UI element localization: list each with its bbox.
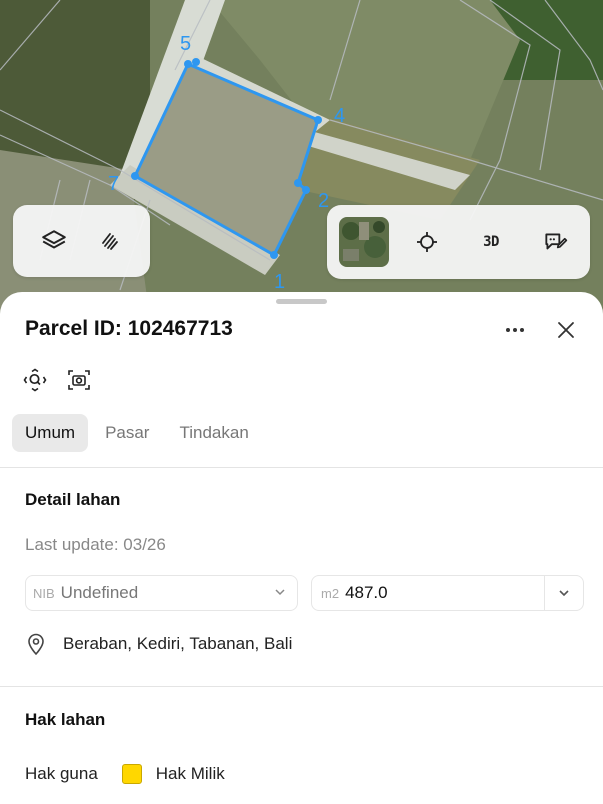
sheet-drag-handle[interactable]	[276, 299, 327, 304]
tab-umum[interactable]: Umum	[12, 414, 89, 452]
nib-prefix: NIB	[33, 585, 55, 601]
3d-label: 3D	[483, 234, 499, 250]
tab-pasar[interactable]: Pasar	[92, 414, 162, 452]
zoom-to-fit-icon	[23, 368, 47, 392]
area-unit-dropdown[interactable]	[544, 576, 583, 610]
crosshair-icon	[417, 232, 437, 252]
more-options-button[interactable]	[495, 312, 535, 348]
rights-label: Hak guna	[25, 764, 98, 783]
close-button[interactable]	[548, 312, 584, 348]
draw-button[interactable]	[82, 213, 138, 269]
vertex-label-5: 5	[180, 33, 191, 55]
last-update-text: Last update: 03/26	[25, 535, 166, 554]
location-row: Beraban, Kediri, Tabanan, Bali	[25, 632, 292, 656]
area-unit: m2	[321, 585, 340, 601]
vertex-label-4: 4	[334, 105, 345, 127]
vertex-label-7: 7	[108, 173, 119, 195]
feedback-button[interactable]	[527, 214, 583, 270]
more-horizontal-icon	[506, 328, 524, 332]
divider	[0, 686, 603, 687]
layers-icon	[41, 230, 66, 249]
locate-button[interactable]	[399, 214, 455, 270]
vertex-label-2: 2	[318, 190, 329, 212]
map-tools-right: 3D	[327, 205, 590, 279]
parcel-title: Parcel ID: 102467713	[25, 317, 233, 340]
nib-value: Undefined	[60, 583, 139, 602]
rights-color-swatch	[121, 764, 142, 784]
rights-value: Hak Milik	[155, 764, 225, 783]
map-tools-left	[13, 205, 150, 277]
vertex-label-1: 1	[274, 271, 285, 293]
zoom-to-parcel-button[interactable]	[21, 366, 49, 394]
camera-frame-icon	[68, 370, 90, 390]
satellite-thumbnail	[339, 217, 389, 267]
area-value: 487.0	[345, 583, 388, 602]
basemap-thumbnail-button[interactable]	[339, 217, 389, 267]
3d-toggle-button[interactable]: 3D	[463, 214, 519, 270]
rights-heading: Hak lahan	[25, 710, 106, 729]
screenshot-button[interactable]	[65, 366, 93, 394]
layers-button[interactable]	[26, 213, 82, 269]
detail-heading: Detail lahan	[25, 490, 121, 509]
rights-row: Hak guna Hak Milik	[25, 764, 225, 784]
tab-bar: Umum Pasar Tindakan	[12, 414, 262, 452]
chat-edit-icon	[545, 233, 568, 250]
map-pin-icon	[28, 633, 44, 656]
parcel-bottom-sheet: Parcel ID: 102467713 Umum Pasar Tindakan…	[0, 292, 603, 804]
nib-select[interactable]: NIB Undefined	[25, 575, 298, 611]
chevron-down-icon	[559, 590, 569, 597]
location-text: Beraban, Kediri, Tabanan, Bali	[63, 634, 293, 653]
map-view[interactable]: 5 4 2 1 7 3D	[0, 0, 603, 320]
area-field[interactable]: m2 487.0	[311, 575, 584, 611]
divider	[0, 467, 603, 468]
close-icon	[558, 322, 574, 338]
chevron-down-icon	[275, 589, 285, 596]
hand-pointer-icon	[101, 233, 118, 250]
tab-tindakan[interactable]: Tindakan	[166, 414, 261, 452]
